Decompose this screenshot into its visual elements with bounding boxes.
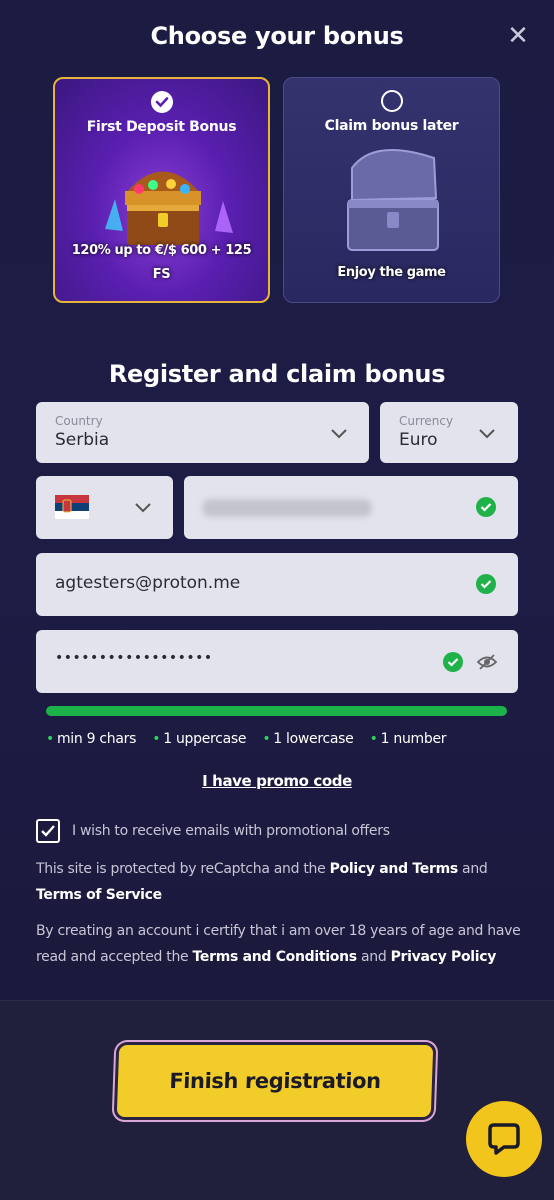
legal-text: This site is protected by reCaptcha and … [36, 861, 330, 877]
recaptcha-notice: This site is protected by reCaptcha and … [36, 856, 526, 908]
terms-conditions-link[interactable]: Terms and Conditions [193, 949, 358, 965]
password-value: •••••••••••••••••• [55, 650, 213, 666]
phone-country-select[interactable] [36, 476, 173, 539]
serbia-flag-icon [55, 495, 89, 519]
bonus-title: Claim bonus later [324, 118, 459, 134]
legal-text: and [356, 949, 391, 965]
bonus-card-first-deposit[interactable]: First Deposit Bonus 120% up to €/$ 600 +… [53, 77, 270, 303]
eye-off-icon[interactable] [476, 652, 498, 672]
bonus-subtitle: Enjoy the game [337, 265, 446, 280]
valid-check-icon [476, 574, 496, 594]
rule-text: 1 lowercase [273, 731, 354, 747]
currency-value: Euro [399, 430, 438, 450]
chat-button[interactable] [466, 1101, 542, 1177]
privacy-policy-link[interactable]: Privacy Policy [391, 949, 497, 965]
currency-select[interactable]: Currency Euro [380, 402, 518, 463]
finish-registration-button[interactable]: Finish registration [116, 1045, 434, 1117]
rule-item: • 1 lowercase [262, 731, 354, 747]
selected-check-icon [150, 91, 173, 113]
valid-check-icon [443, 652, 463, 672]
password-field[interactable]: •••••••••••••••••• [36, 630, 518, 693]
password-strength-bar [46, 706, 507, 716]
policy-terms-link[interactable]: Policy and Terms [330, 861, 459, 877]
currency-label: Currency [399, 414, 454, 428]
register-heading: Register and claim bonus [108, 360, 446, 388]
rule-item: • 1 number [369, 731, 447, 747]
age-confirmation-notice: By creating an account i certify that i … [36, 918, 526, 970]
promo-code-link[interactable]: I have promo code [0, 772, 554, 790]
newsletter-label: I wish to receive emails with promotiona… [72, 823, 390, 839]
email-field[interactable]: agtesters@proton.me [36, 553, 518, 616]
bonus-offer-text: 120% up to €/$ 600 + 125 FS [71, 243, 252, 282]
legal-text: and [457, 861, 488, 877]
rule-item: • min 9 chars [46, 731, 137, 747]
close-icon[interactable]: ✕ [506, 23, 530, 49]
country-label: Country [55, 414, 103, 428]
chevron-down-icon [479, 429, 495, 439]
rule-item: • 1 uppercase [152, 731, 247, 747]
terms-of-service-link[interactable]: Terms of Service [36, 887, 162, 903]
valid-check-icon [476, 497, 496, 517]
chat-bubble-icon [488, 1123, 520, 1155]
newsletter-checkbox[interactable] [36, 819, 60, 843]
country-value: Serbia [55, 430, 110, 450]
country-select[interactable]: Country Serbia [36, 402, 369, 463]
chevron-down-icon [331, 429, 347, 439]
page-title: Choose your bonus [150, 22, 404, 50]
checkmark-icon [41, 825, 55, 837]
rule-text: 1 number [380, 731, 447, 747]
empty-chest-icon [347, 149, 439, 251]
blurred-phone-value [202, 499, 372, 517]
radio-unselected-icon [380, 90, 403, 112]
phone-number-input[interactable] [184, 476, 518, 539]
rule-text: 1 uppercase [163, 731, 247, 747]
bonus-title: First Deposit Bonus [86, 119, 237, 135]
email-value: agtesters@proton.me [55, 573, 241, 593]
password-rules: • min 9 chars • 1 uppercase • 1 lowercase •… [46, 731, 458, 747]
chevron-down-icon [135, 503, 151, 513]
rule-text: min 9 chars [56, 731, 137, 747]
bonus-card-claim-later[interactable]: Claim bonus later Enjoy the game [283, 77, 500, 303]
